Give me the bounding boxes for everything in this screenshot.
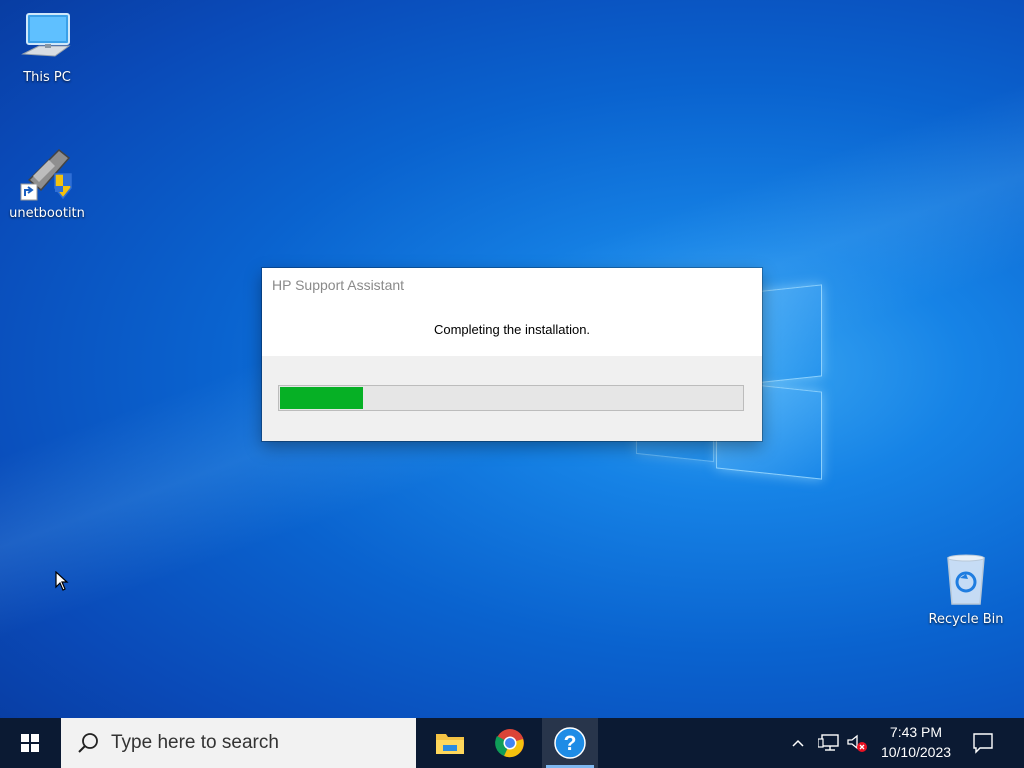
search-icon (78, 733, 98, 753)
clock-time: 7:43 PM (889, 724, 943, 740)
dialog-message: Completing the installation. (433, 322, 591, 337)
installer-dialog: HP Support Assistant Completing the inst… (262, 268, 762, 441)
desktop-icon-this-pc[interactable]: This PC (2, 10, 92, 85)
chevron-up-icon (792, 739, 804, 747)
progress-fill (280, 387, 364, 409)
taskbar-app-hp-support-assistant[interactable]: ? (542, 718, 598, 768)
file-explorer-icon (436, 734, 464, 754)
desktop-icon-label: Recycle Bin (928, 612, 1004, 627)
help-question-icon: ? (554, 727, 586, 759)
windows-logo-icon (21, 734, 39, 752)
mouse-cursor-icon (55, 570, 69, 595)
desktop-icon-recycle-bin[interactable]: Recycle Bin (921, 552, 1011, 627)
volume-muted-icon (847, 734, 867, 752)
notification-icon (973, 733, 993, 754)
progress-bar (278, 385, 744, 411)
taskbar-app-chrome[interactable] (482, 718, 538, 768)
recycle-bin-icon (938, 552, 994, 608)
action-center-button[interactable] (972, 718, 994, 768)
tray-volume-button[interactable] (846, 718, 868, 768)
taskbar-search-box[interactable]: Type here to search (61, 718, 416, 768)
unetbootin-shortcut-icon (19, 146, 75, 202)
search-placeholder: Type here to search (111, 732, 279, 753)
start-button[interactable] (0, 718, 60, 768)
network-icon (818, 734, 839, 751)
tray-overflow-button[interactable] (790, 718, 806, 768)
desktop-icon-label: This PC (23, 70, 71, 85)
this-pc-icon (19, 10, 75, 66)
taskbar-app-file-explorer[interactable] (422, 718, 478, 768)
taskbar-clock[interactable]: 7:43 PM 10/10/2023 (870, 722, 962, 762)
tray-network-button[interactable] (818, 718, 840, 768)
taskbar: Type here to search ? 7:43 PM 10/10/2023 (0, 718, 1024, 768)
desktop-icon-label: unetbootitn (9, 206, 85, 221)
chrome-icon (495, 729, 524, 758)
dialog-progress-area (262, 356, 762, 441)
svg-text:?: ? (564, 732, 577, 755)
clock-date: 10/10/2023 (880, 744, 952, 760)
desktop-icon-unetbootin[interactable]: unetbootitn (2, 146, 92, 221)
dialog-title: HP Support Assistant (272, 277, 405, 293)
